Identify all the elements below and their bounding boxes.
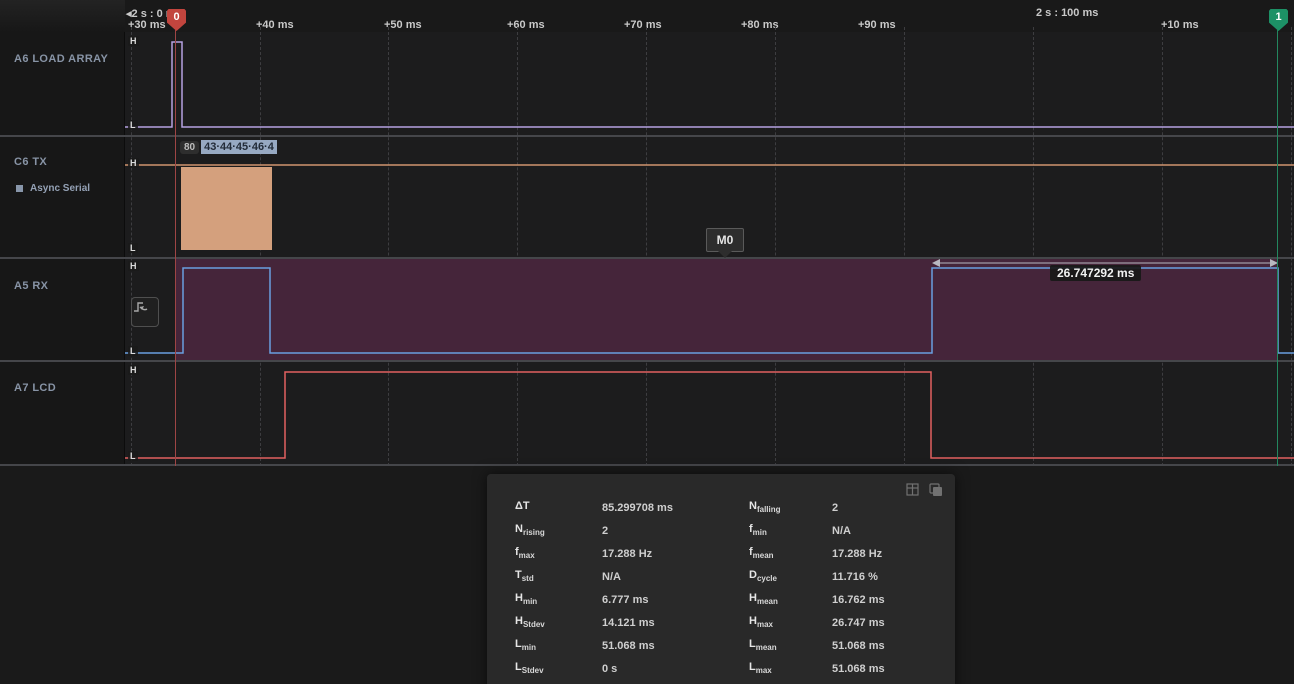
- channel-label-a7[interactable]: A7 LCD: [14, 382, 56, 394]
- measurement-label: Tstd: [515, 569, 602, 583]
- timeline-tick: +70 ms: [624, 19, 662, 31]
- measurement-label: fmean: [749, 546, 832, 560]
- waveform-row-a5[interactable]: 26.747292 ms: [125, 259, 1294, 360]
- data-table-icon: [906, 483, 920, 497]
- channel-label-a6[interactable]: A6 LOAD ARRAY: [14, 53, 108, 65]
- timing-marker-1-line: [1277, 30, 1278, 466]
- row-divider: [0, 464, 1294, 466]
- measurement-label: Hmin: [515, 592, 602, 606]
- measurement-label: Lmin: [515, 638, 602, 652]
- measurement-rows: ΔT 85.299708 ms Nfalling 2 Nrising 2 fmi…: [487, 496, 955, 680]
- level-low-label: L: [128, 451, 138, 461]
- measurement-label: Lmean: [749, 638, 832, 652]
- waveform-row-a7[interactable]: [125, 362, 1294, 464]
- timeline-tick: +60 ms: [507, 19, 545, 31]
- measurement-value: 51.068 ms: [602, 640, 749, 652]
- level-high-label: H: [128, 158, 139, 168]
- pulse-width-measurement: 26.747292 ms: [1050, 265, 1141, 281]
- copy-icon: [929, 483, 943, 497]
- channel-label-a5[interactable]: A5 RX: [14, 280, 48, 292]
- measurement-row: Hmin 6.777 ms Hmean 16.762 ms: [487, 588, 955, 611]
- measurement-label: ΔT: [515, 500, 602, 514]
- level-low-label: L: [128, 346, 138, 356]
- timeline-tick: +30 ms: [128, 19, 166, 31]
- arrowhead-left-icon: [932, 259, 940, 267]
- timeline-tick: +40 ms: [256, 19, 294, 31]
- measurement-label: fmin: [749, 523, 832, 537]
- measurement-value: 51.068 ms: [832, 640, 955, 652]
- level-high-label: H: [128, 365, 139, 375]
- timeline-segment-label: 2 s : 100 ms: [1036, 7, 1098, 19]
- level-low-label: L: [128, 243, 138, 253]
- jump-to-edge-icon: [132, 298, 150, 316]
- analyzer-item-async-serial[interactable]: Async Serial: [16, 183, 90, 194]
- measurements-panel: ΔT 85.299708 ms Nfalling 2 Nrising 2 fmi…: [487, 474, 955, 684]
- measurement-label: Dcycle: [749, 569, 832, 583]
- timeline-tick: +10 ms: [1161, 19, 1199, 31]
- measurement-value: 17.288 Hz: [832, 548, 955, 560]
- measurement-row: Lmin 51.068 ms Lmean 51.068 ms: [487, 634, 955, 657]
- level-high-label: H: [128, 36, 139, 46]
- logic-analyzer-app: ◂2 s : 0 ms 2 s : 100 ms +30 ms +40 ms +…: [0, 0, 1294, 684]
- a7-waveform: [125, 362, 1294, 464]
- measurement-row: fmax 17.288 Hz fmean 17.288 Hz: [487, 542, 955, 565]
- timing-marker-0-line: [175, 30, 176, 466]
- measurement-value: N/A: [832, 525, 955, 537]
- analyzer-label: Async Serial: [30, 183, 90, 194]
- measurement-value: 0 s: [602, 663, 749, 675]
- row-divider: [0, 257, 1294, 259]
- measurement-value: 14.121 ms: [602, 617, 749, 629]
- measurement-value: 16.762 ms: [832, 594, 955, 606]
- measurement-label: Hmean: [749, 592, 832, 606]
- channel-label-c6[interactable]: C6 TX: [14, 156, 47, 168]
- measurement-row: LStdev 0 s Lmax 51.068 ms: [487, 657, 955, 680]
- serial-data-annotation[interactable]: 80 43·44·45·46·4: [180, 140, 277, 154]
- measurement-row: ΔT 85.299708 ms Nfalling 2: [487, 496, 955, 519]
- level-high-label: H: [128, 261, 139, 271]
- measurement-value: 51.068 ms: [832, 663, 955, 675]
- measurement-value: 11.716 %: [832, 571, 955, 583]
- measurement-marker-m0[interactable]: M0: [706, 228, 744, 252]
- measurement-row: HStdev 14.121 ms Hmax 26.747 ms: [487, 611, 955, 634]
- channel-sidebar: [0, 0, 124, 466]
- timeline-ruler[interactable]: ◂2 s : 0 ms 2 s : 100 ms +30 ms +40 ms +…: [125, 0, 1294, 32]
- measurement-value: 2: [832, 502, 955, 514]
- measurement-value: 6.777 ms: [602, 594, 749, 606]
- measurement-label: Nfalling: [749, 500, 832, 514]
- measurement-label: fmax: [515, 546, 602, 560]
- serial-frame-badge: 80: [180, 141, 199, 154]
- serial-burst-block[interactable]: [181, 167, 272, 250]
- timeline-tick: +50 ms: [384, 19, 422, 31]
- timeline-corner: [0, 0, 125, 32]
- timeline-tick: +90 ms: [858, 19, 896, 31]
- measurement-label: Hmax: [749, 615, 832, 629]
- measurement-label: HStdev: [515, 615, 602, 629]
- measurement-value: 26.747 ms: [832, 617, 955, 629]
- waveform-row-a6[interactable]: [125, 32, 1294, 135]
- jump-to-edge-button[interactable]: [131, 297, 159, 327]
- level-low-label: L: [128, 120, 138, 130]
- measurement-value: N/A: [602, 571, 749, 583]
- measurement-label: LStdev: [515, 661, 602, 675]
- serial-bytes-value[interactable]: 43·44·45·46·4: [201, 140, 277, 154]
- timeline-tick: +80 ms: [741, 19, 779, 31]
- row-divider: [0, 360, 1294, 362]
- measurement-label: Lmax: [749, 661, 832, 675]
- row-divider: [0, 135, 1294, 137]
- measurement-label: Nrising: [515, 523, 602, 537]
- analyzer-swatch-icon: [16, 185, 23, 192]
- measurement-row: Nrising 2 fmin N/A: [487, 519, 955, 542]
- a6-waveform: [125, 32, 1294, 135]
- measurement-value: 85.299708 ms: [602, 502, 749, 514]
- measurement-value: 2: [602, 525, 749, 537]
- measurement-value: 17.288 Hz: [602, 548, 749, 560]
- measurement-row: Tstd N/A Dcycle 11.716 %: [487, 565, 955, 588]
